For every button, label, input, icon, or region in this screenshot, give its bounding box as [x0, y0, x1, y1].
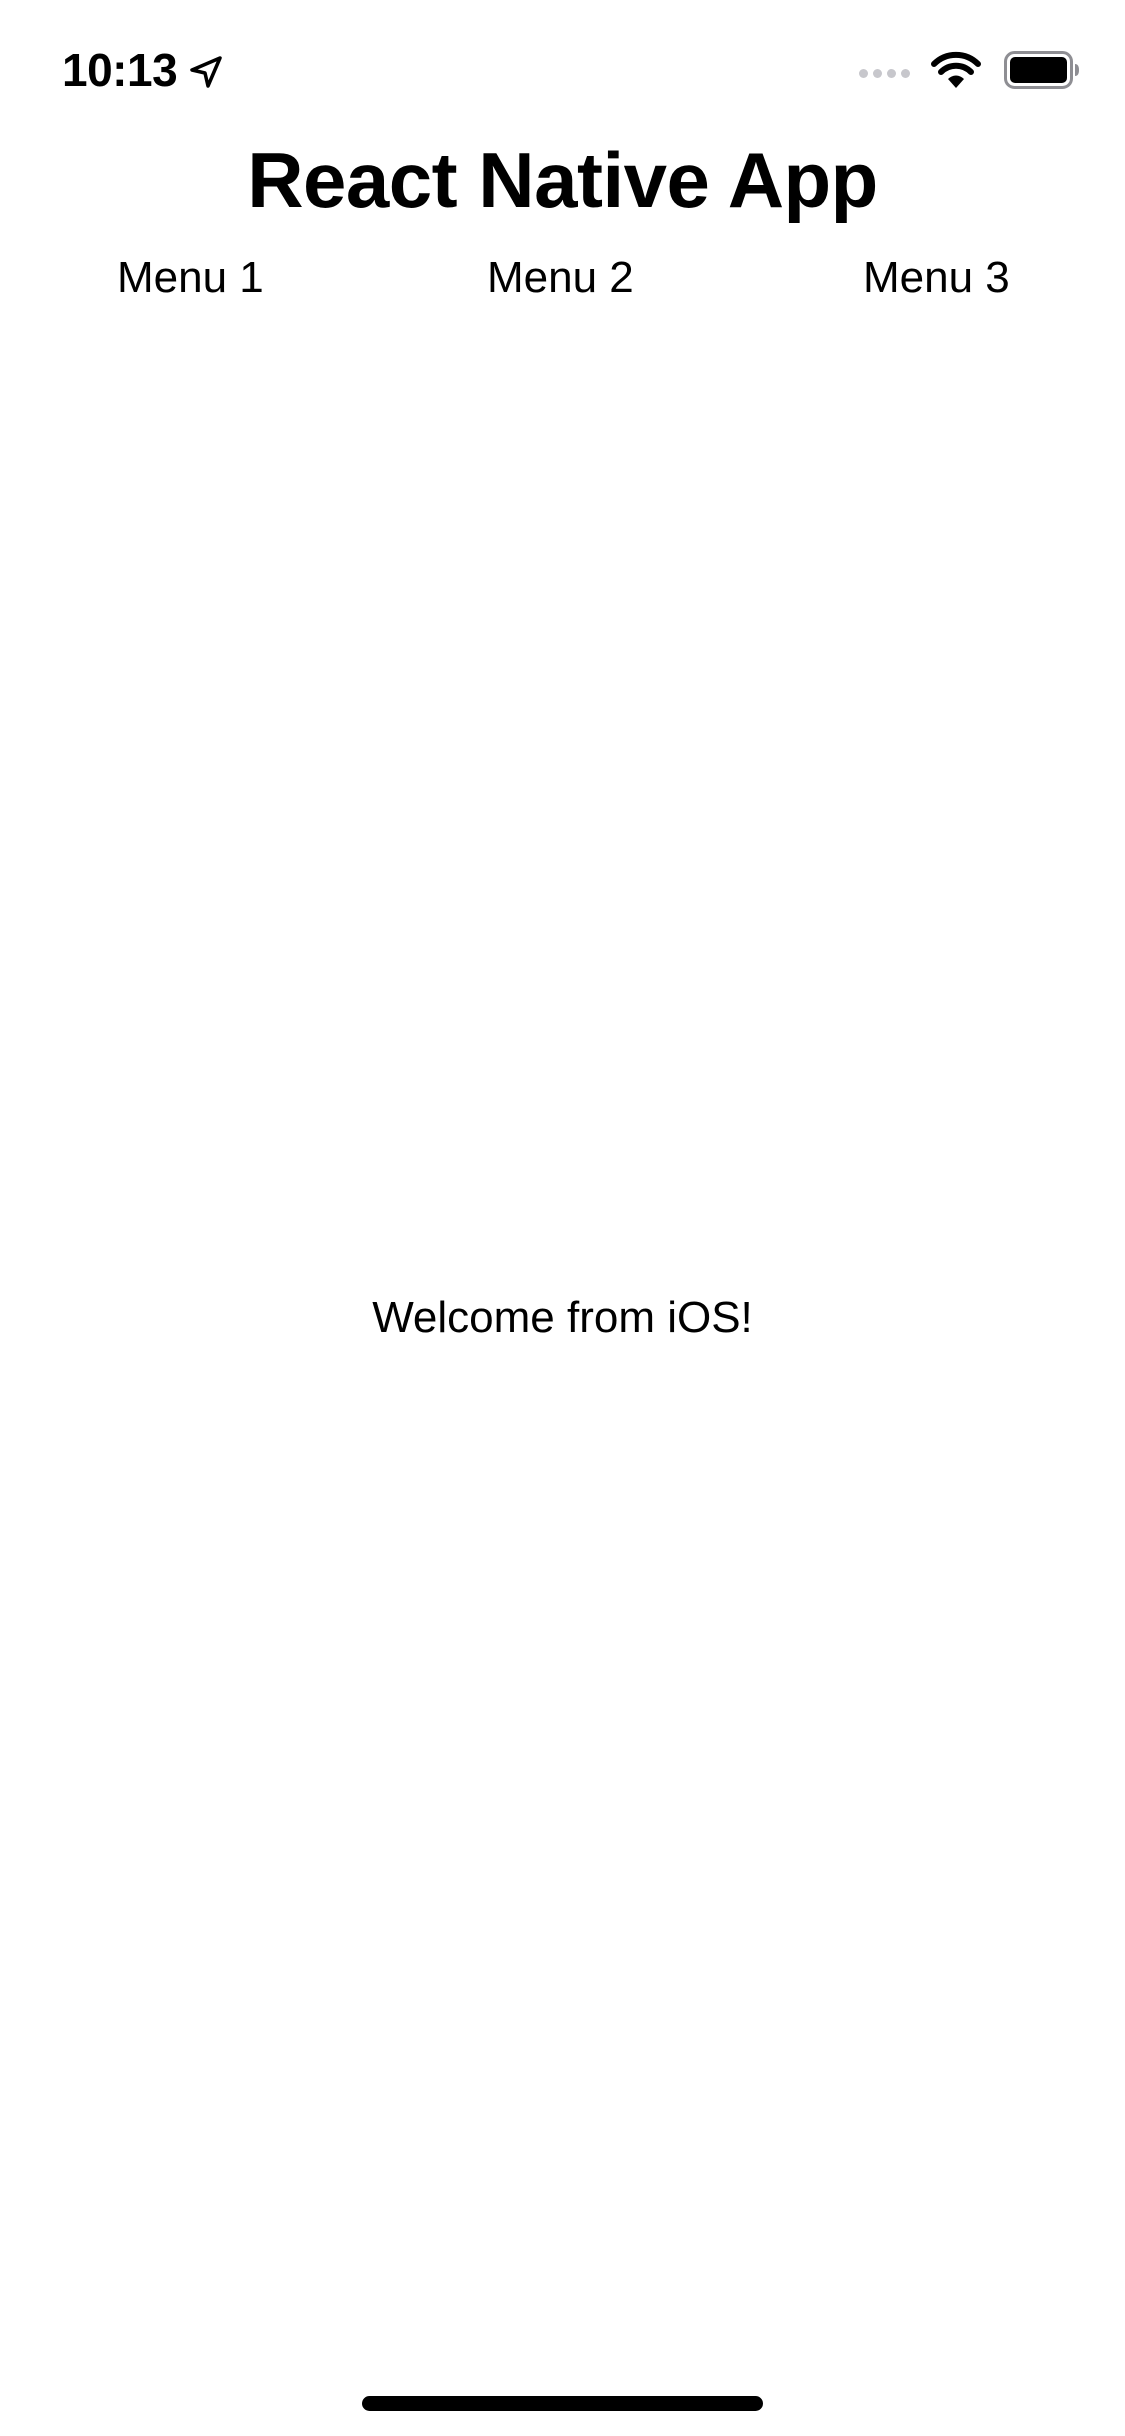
status-indicators: [859, 48, 1080, 92]
menu-item-2[interactable]: Menu 2: [487, 246, 634, 310]
page-title: React Native App: [247, 136, 878, 224]
location-arrow-icon: [187, 53, 225, 91]
cellular-signal-icon: [859, 62, 910, 78]
welcome-message: Welcome from iOS!: [372, 1293, 753, 1342]
battery-full-icon: [1004, 51, 1079, 89]
status-time-group: 10:13: [62, 40, 225, 100]
home-indicator[interactable]: [362, 2396, 763, 2411]
status-time: 10:13: [62, 44, 178, 96]
menu-bar: Menu 1 Menu 2 Menu 3: [0, 246, 1125, 310]
menu-item-3[interactable]: Menu 3: [863, 246, 1010, 310]
menu-item-1[interactable]: Menu 1: [117, 246, 264, 310]
status-bar: 10:13: [0, 0, 1125, 132]
wifi-icon: [931, 51, 981, 88]
